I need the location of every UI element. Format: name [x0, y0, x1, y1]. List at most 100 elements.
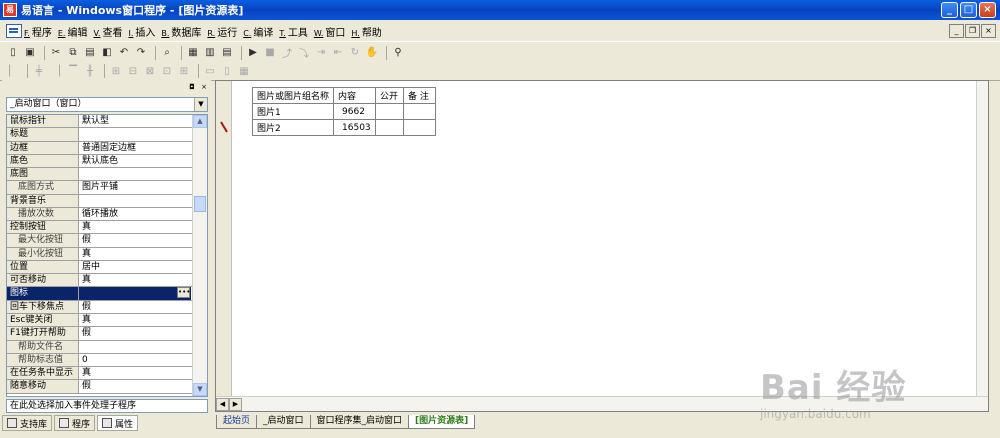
tab-image-resource[interactable]: [图片资源表] — [408, 415, 476, 429]
same-height-icon[interactable]: ⊡ — [160, 64, 174, 78]
menu-edit[interactable]: E. 编辑 — [58, 24, 88, 39]
property-row[interactable]: 最大化按钮假 — [7, 234, 207, 248]
property-row[interactable]: 背景音乐 — [7, 194, 207, 208]
property-row[interactable]: 随意移动假 — [7, 380, 207, 394]
column-header-name: 图片或图片组名称 — [251, 87, 335, 104]
property-row[interactable]: 最小化按钮真 — [7, 247, 207, 261]
align-middle-icon[interactable]: ╫ — [83, 64, 97, 78]
property-row[interactable]: 边框 普通固定边框 — [7, 141, 207, 155]
menu-database[interactable]: B. 数据库 — [161, 24, 201, 39]
space-h-icon[interactable]: ⊞ — [109, 64, 123, 78]
paste-special-icon[interactable]: ◧ — [100, 46, 114, 60]
menu-help[interactable]: H. 帮助 — [351, 24, 381, 39]
editor-vertical-scrollbar[interactable] — [976, 81, 988, 411]
find-icon[interactable]: ⌕ — [160, 46, 174, 60]
chevron-up-icon[interactable]: ▲ — [193, 115, 207, 128]
tab-program[interactable]: 程序 — [54, 415, 96, 431]
main-toolbar: ▯ ▣ ✂ ⧉ ▤ ◧ ↶ ↷ ⌕ ▦ ▥ ▤ ▶ ■ ⤴ ⤵ ⇥ ⇤ ↻ ✋ … — [0, 43, 1000, 62]
property-row[interactable]: Esc键关闭真 — [7, 313, 207, 328]
property-row[interactable]: F1键打开帮助假 — [7, 327, 207, 341]
browse-button[interactable]: ••• — [177, 287, 190, 299]
property-row[interactable]: 可否移动真 — [7, 274, 207, 288]
object-selector[interactable]: _启动窗口（窗口） ▼ — [6, 97, 208, 112]
mdi-restore-button[interactable]: ❐ — [965, 24, 980, 38]
property-row[interactable]: 底色 默认底色 — [7, 154, 207, 169]
property-row[interactable]: 帮助标志值 0 — [7, 353, 207, 368]
step-1-icon[interactable]: ⤴ — [280, 46, 294, 60]
mdi-close-button[interactable]: × — [981, 24, 996, 38]
menu-tools[interactable]: T. 工具 — [279, 24, 307, 39]
stop-icon[interactable]: ■ — [263, 46, 277, 60]
property-row[interactable]: 控制按钮真 — [7, 221, 207, 235]
property-row[interactable]: 位置 居中 — [7, 260, 207, 275]
property-row[interactable]: 底图方式 图片平铺 — [7, 181, 207, 195]
step-3-icon[interactable]: ⇥ — [314, 46, 328, 60]
same-size-icon[interactable]: ⊞ — [177, 64, 191, 78]
table-row[interactable]: 图片2 16503 — [251, 119, 437, 136]
mdi-minimize-button[interactable]: _ — [949, 24, 964, 38]
tab-startup-window[interactable]: _启动窗口 — [256, 415, 311, 429]
app-logo-icon: 易 — [3, 3, 17, 17]
property-row[interactable]: 标题 — [7, 128, 207, 142]
same-width-icon[interactable]: ⊠ — [143, 64, 157, 78]
chevron-left-icon[interactable]: ◀ — [216, 397, 229, 411]
layout-3-icon[interactable]: ▤ — [220, 46, 234, 60]
menu-compile[interactable]: C. 编译 — [243, 24, 273, 39]
align-left-icon[interactable]: ▏ — [6, 64, 20, 78]
tab-property[interactable]: 属性 — [97, 415, 139, 431]
property-row[interactable]: 播放次数 循环播放 — [7, 207, 207, 222]
step-2-icon[interactable]: ⤵ — [297, 46, 311, 60]
property-row[interactable]: 鼠标指针 默认型 — [7, 115, 207, 129]
menu-run[interactable]: R. 运行 — [207, 24, 237, 39]
panel-pin-icon[interactable]: ◘ — [187, 83, 197, 92]
menu-insert[interactable]: I. 插入 — [128, 24, 155, 39]
event-selector[interactable]: 在此处选择加入事件处理子程序 — [6, 399, 208, 413]
binoculars-icon[interactable]: ⚲ — [391, 46, 405, 60]
editor-gutter — [216, 81, 232, 411]
chevron-right-icon[interactable]: ▶ — [229, 397, 242, 411]
align-top-icon[interactable]: ▔ — [66, 64, 80, 78]
maximize-button[interactable]: □ — [960, 2, 977, 18]
step-5-icon[interactable]: ↻ — [348, 46, 362, 60]
copy-icon[interactable]: ⧉ — [66, 46, 80, 60]
save-icon[interactable]: ▣ — [23, 46, 37, 60]
tab-window-assembly[interactable]: 窗口程序集_启动窗口 — [309, 415, 410, 429]
property-row[interactable]: 在任务条中显示真 — [7, 367, 207, 381]
paste-icon[interactable]: ▤ — [83, 46, 97, 60]
property-row[interactable]: 回车下移焦点假 — [7, 300, 207, 314]
menu-program[interactable]: F. 程序 — [24, 24, 52, 39]
cut-icon[interactable]: ✂ — [49, 46, 63, 60]
menu-window[interactable]: W. 窗口 — [314, 24, 346, 39]
breakpoint-icon[interactable]: ✋ — [365, 46, 379, 60]
chevron-down-icon[interactable]: ▼ — [193, 383, 207, 396]
menu-view[interactable]: V. 查看 — [93, 24, 122, 39]
layout-2-icon[interactable]: ▥ — [203, 46, 217, 60]
layout-1-icon[interactable]: ▦ — [186, 46, 200, 60]
align-right-icon[interactable]: ▕ — [49, 64, 63, 78]
panel-close-icon[interactable]: × — [199, 83, 209, 92]
minimize-button[interactable]: _ — [941, 2, 958, 18]
new-file-icon[interactable]: ▯ — [6, 46, 20, 60]
grid-icon[interactable]: ▦ — [237, 64, 251, 78]
document-icon[interactable] — [6, 24, 22, 38]
property-row[interactable]: 帮助文件名 — [7, 340, 207, 354]
close-button[interactable]: × — [979, 2, 996, 18]
scroll-thumb[interactable] — [194, 196, 206, 212]
align-center-icon[interactable]: ╪ — [32, 64, 46, 78]
left-panel-tabs: 支持库 程序 属性 — [2, 414, 211, 432]
center-h-icon[interactable]: ▭ — [203, 64, 217, 78]
property-row-selected[interactable]: 图标 ••• — [7, 287, 207, 301]
property-scrollbar[interactable]: ▲ ▼ — [192, 115, 207, 396]
redo-icon[interactable]: ↷ — [134, 46, 148, 60]
space-v-icon[interactable]: ⊟ — [126, 64, 140, 78]
undo-icon[interactable]: ↶ — [117, 46, 131, 60]
step-4-icon[interactable]: ⇤ — [331, 46, 345, 60]
tab-support-library[interactable]: 支持库 — [2, 415, 53, 431]
tab-start-page[interactable]: 起始页 — [216, 415, 258, 429]
chevron-down-icon[interactable]: ▼ — [194, 98, 207, 111]
table-row[interactable]: 图片1 9662 — [251, 103, 437, 120]
property-row[interactable]: 底图 — [7, 168, 207, 182]
property-grid: 鼠标指针 默认型 标题 边框 普通固定边框 底色 默认底色 底图 底图方式 图片平铺 背… — [6, 114, 208, 397]
center-v-icon[interactable]: ▯ — [220, 64, 234, 78]
run-icon[interactable]: ▶ — [246, 46, 260, 60]
